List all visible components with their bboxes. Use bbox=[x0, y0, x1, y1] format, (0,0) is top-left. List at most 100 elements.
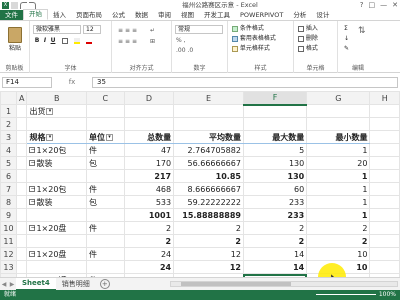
cell[interactable]: 1 bbox=[306, 169, 371, 183]
cell[interactable] bbox=[15, 117, 28, 131]
cell[interactable]: 最大数量 bbox=[242, 130, 308, 144]
tab-review[interactable]: 审阅 bbox=[153, 10, 176, 20]
cell[interactable] bbox=[173, 117, 244, 131]
clear-button[interactable]: ✎ bbox=[344, 45, 349, 53]
format-as-table-button[interactable]: 套用表格格式 bbox=[232, 35, 276, 43]
font-color-icon[interactable] bbox=[86, 37, 92, 45]
cell[interactable] bbox=[306, 104, 371, 118]
horizontal-scrollbar[interactable] bbox=[170, 281, 398, 287]
cell[interactable]: 8.666666667 bbox=[173, 182, 244, 196]
cell[interactable] bbox=[369, 208, 400, 222]
number-format-select[interactable]: 常规 bbox=[175, 25, 223, 34]
minimize-button[interactable]: — bbox=[380, 0, 387, 10]
decimal-buttons[interactable]: .00 .0 bbox=[176, 47, 193, 55]
cell[interactable] bbox=[15, 221, 28, 235]
cell[interactable]: 14 bbox=[242, 260, 308, 274]
cell[interactable]: 170 bbox=[123, 156, 175, 170]
row-header[interactable]: 4 bbox=[0, 143, 17, 157]
worksheet-grid[interactable]: A B C D E F G H 1 出货 ▾ 2 3 规格 ▾ 单位 ▾ 总数量 平均数量 最大数量最… bbox=[0, 91, 400, 277]
cell[interactable]: 217 bbox=[123, 169, 175, 183]
percent-comma-buttons[interactable]: % , bbox=[176, 37, 186, 45]
close-button[interactable]: ✕ bbox=[392, 0, 398, 10]
cell[interactable]: −散装 bbox=[26, 195, 87, 209]
cell[interactable] bbox=[26, 234, 87, 248]
cell[interactable]: 15.88888889 bbox=[173, 208, 244, 222]
zoom-slider[interactable] bbox=[316, 294, 376, 295]
select-all-corner[interactable] bbox=[0, 91, 17, 105]
border-icon[interactable] bbox=[62, 37, 68, 45]
underline-button[interactable]: U bbox=[49, 37, 57, 45]
fill-color-icon[interactable] bbox=[74, 37, 80, 45]
tab-data[interactable]: 数据 bbox=[130, 10, 153, 20]
cell[interactable] bbox=[15, 182, 28, 196]
font-name-select[interactable]: 微软雅黑 bbox=[33, 25, 81, 34]
scrollbar-thumb[interactable] bbox=[181, 282, 291, 286]
cell[interactable]: −1×20包 bbox=[26, 182, 87, 196]
cell[interactable]: 2 bbox=[123, 221, 175, 235]
cell[interactable]: 最小数量 bbox=[306, 130, 371, 144]
conditional-format-button[interactable]: 条件格式 bbox=[232, 25, 264, 33]
cell[interactable]: 10.85 bbox=[173, 169, 244, 183]
cell[interactable]: 20 bbox=[306, 156, 371, 170]
cell[interactable]: 2 bbox=[242, 234, 308, 248]
column-header-c[interactable]: C bbox=[85, 91, 125, 105]
cell[interactable]: 14 bbox=[242, 247, 308, 261]
fx-icon[interactable]: fx bbox=[52, 78, 92, 86]
column-header-e[interactable]: E bbox=[173, 91, 244, 105]
cell[interactable]: 2 bbox=[306, 234, 371, 248]
merge-cells-icon[interactable]: ⊞ bbox=[150, 38, 155, 46]
vertical-align-icons[interactable]: ≡≡≡ bbox=[118, 27, 139, 35]
cell[interactable] bbox=[369, 169, 400, 183]
zoom-level[interactable]: 100% bbox=[379, 290, 396, 300]
cell[interactable]: 总数量 bbox=[123, 130, 175, 144]
cell[interactable]: 出货 ▾ bbox=[26, 104, 87, 118]
cell[interactable]: 件 bbox=[85, 182, 125, 196]
cell[interactable]: 件 bbox=[85, 221, 125, 235]
collapse-icon[interactable]: − bbox=[29, 225, 35, 231]
undo-icon[interactable] bbox=[20, 1, 27, 9]
cell[interactable]: 1 bbox=[306, 195, 371, 209]
cell[interactable] bbox=[306, 117, 371, 131]
cell[interactable] bbox=[369, 143, 400, 157]
row-header[interactable]: 13 bbox=[0, 260, 17, 274]
next-sheet-icon[interactable]: ▶ bbox=[8, 281, 16, 288]
restore-button[interactable]: □ bbox=[369, 0, 376, 10]
row-header[interactable]: 6 bbox=[0, 169, 17, 183]
cell[interactable] bbox=[85, 234, 125, 248]
column-header-a[interactable]: A bbox=[15, 91, 28, 105]
add-sheet-icon[interactable]: + bbox=[99, 279, 110, 289]
cell[interactable]: 130 bbox=[242, 156, 308, 170]
cell[interactable]: 2 bbox=[173, 221, 244, 235]
row-header[interactable]: 9 bbox=[0, 208, 17, 222]
cell[interactable] bbox=[15, 195, 28, 209]
tab-analyze[interactable]: 分析 bbox=[288, 10, 311, 20]
column-header-h[interactable]: H bbox=[369, 91, 400, 105]
cell[interactable] bbox=[26, 260, 87, 274]
cell[interactable]: 12 bbox=[173, 260, 244, 274]
cell[interactable] bbox=[85, 104, 125, 118]
cell[interactable] bbox=[15, 130, 28, 144]
cell[interactable]: −1×20包 bbox=[26, 143, 87, 157]
cell[interactable]: 130 bbox=[242, 169, 308, 183]
insert-cells-button[interactable]: 插入 bbox=[298, 25, 318, 33]
italic-button[interactable]: I bbox=[41, 37, 49, 45]
cell[interactable]: 平均数量 bbox=[173, 130, 244, 144]
row-header[interactable]: 8 bbox=[0, 195, 17, 209]
cell-styles-button[interactable]: 单元格样式 bbox=[232, 45, 270, 53]
cell[interactable] bbox=[369, 130, 400, 144]
collapse-icon[interactable]: − bbox=[29, 147, 35, 153]
cell[interactable]: −1×20盘 bbox=[26, 247, 87, 261]
tab-file[interactable]: 文件 bbox=[0, 10, 23, 20]
filter-dropdown-icon[interactable]: ▾ bbox=[105, 133, 113, 141]
cell[interactable] bbox=[369, 182, 400, 196]
tab-developer[interactable]: 开发工具 bbox=[199, 10, 235, 20]
cell[interactable]: −散装 bbox=[26, 156, 87, 170]
cell[interactable] bbox=[85, 208, 125, 222]
cell[interactable] bbox=[369, 104, 400, 118]
font-size-select[interactable]: 12 bbox=[83, 25, 101, 34]
collapse-icon[interactable]: − bbox=[29, 186, 35, 192]
cell[interactable]: 10 bbox=[306, 247, 371, 261]
cell[interactable]: 2.764705882 bbox=[173, 143, 244, 157]
cell[interactable] bbox=[26, 117, 87, 131]
cell[interactable] bbox=[123, 104, 175, 118]
